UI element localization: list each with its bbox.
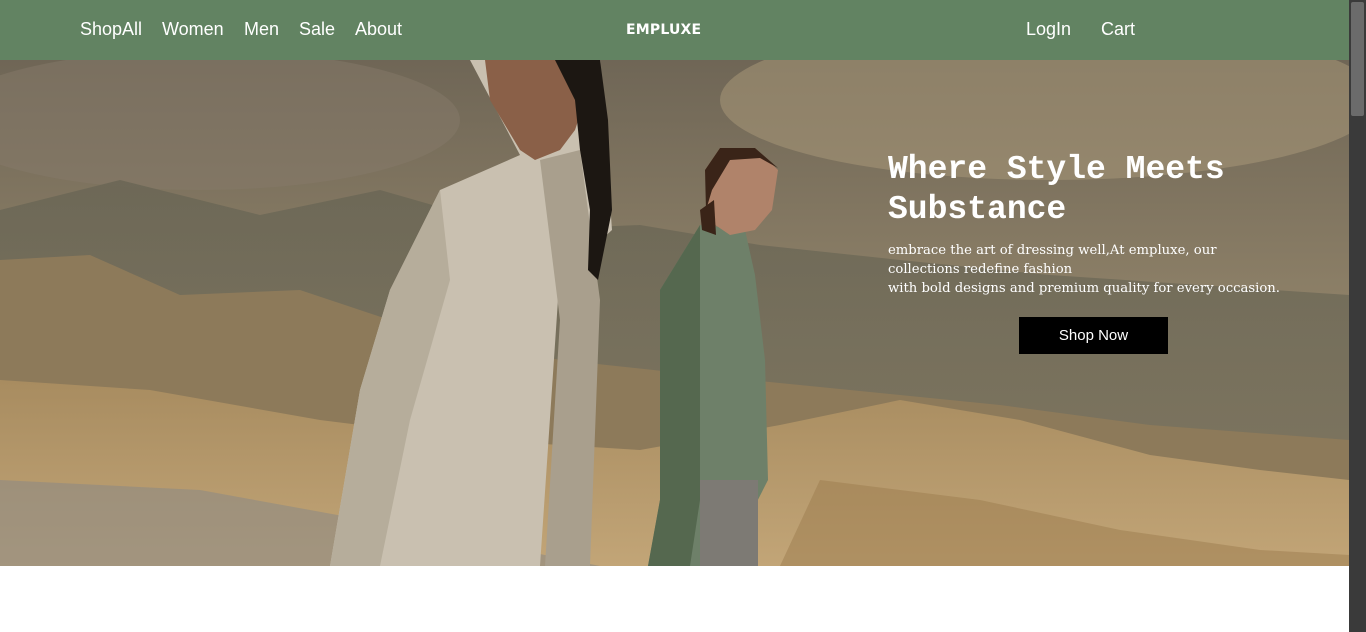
nav-link-men[interactable]: Men bbox=[244, 18, 279, 40]
hero-title: Where Style Meets Substance bbox=[888, 151, 1225, 228]
shop-now-button[interactable]: Shop Now bbox=[1019, 317, 1168, 354]
hero-description-line-2: with bold designs and premium quality fo… bbox=[888, 281, 1280, 296]
hero-description: embrace the art of dressing well,At empl… bbox=[888, 241, 1288, 298]
vertical-scrollbar[interactable] bbox=[1349, 0, 1366, 632]
nav-link-cart[interactable]: Cart bbox=[1101, 18, 1135, 40]
nav-link-about[interactable]: About bbox=[355, 18, 402, 40]
nav-link-women[interactable]: Women bbox=[162, 18, 224, 40]
page: ShopAll Women Men Sale About EMPLUXE Log… bbox=[0, 0, 1349, 632]
scrollbar-thumb[interactable] bbox=[1351, 2, 1364, 116]
nav-link-sale[interactable]: Sale bbox=[299, 18, 335, 40]
hero-banner: Where Style Meets Substance embrace the … bbox=[0, 60, 1349, 566]
nav-link-shop-all[interactable]: ShopAll bbox=[80, 18, 142, 40]
nav-link-login[interactable]: LogIn bbox=[1026, 18, 1071, 40]
brand-logo-text[interactable]: EMPLUXE bbox=[626, 22, 701, 39]
top-navbar: ShopAll Women Men Sale About EMPLUXE Log… bbox=[0, 0, 1349, 60]
hero-background-image bbox=[0, 60, 1349, 566]
hero-description-line-1: embrace the art of dressing well,At empl… bbox=[888, 243, 1217, 277]
